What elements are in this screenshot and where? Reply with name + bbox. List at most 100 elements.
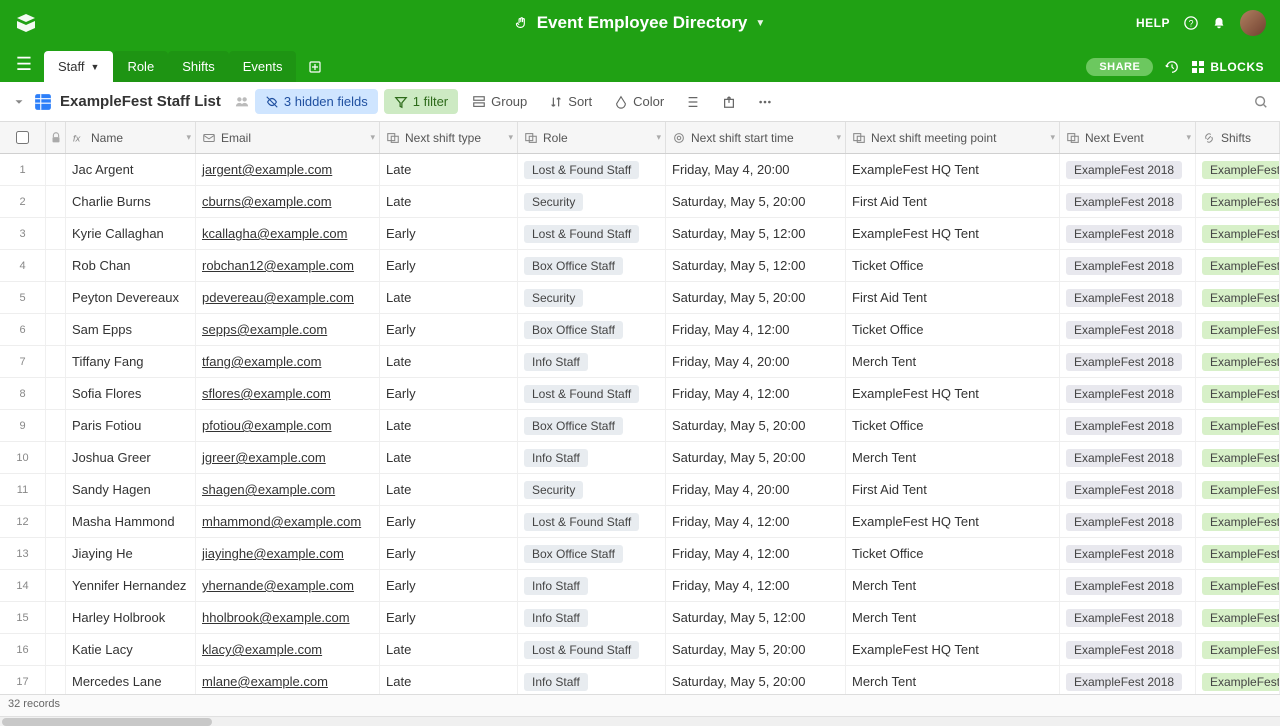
column-header-shifts[interactable]: Shifts bbox=[1196, 122, 1280, 153]
table-row[interactable]: 11Sandy Hagenshagen@example.comLateSecur… bbox=[0, 474, 1280, 506]
cell-role[interactable]: Security bbox=[518, 282, 666, 313]
cell-start-time[interactable]: Friday, May 4, 20:00 bbox=[666, 474, 846, 505]
cell-event[interactable]: ExampleFest 2018 bbox=[1060, 250, 1196, 281]
share-view-button[interactable] bbox=[714, 90, 744, 114]
row-height-button[interactable] bbox=[678, 90, 708, 114]
cell-meeting[interactable]: Merch Tent bbox=[846, 442, 1060, 473]
cell-event[interactable]: ExampleFest 2018 bbox=[1060, 538, 1196, 569]
blocks-button[interactable]: BLOCKS bbox=[1191, 60, 1264, 74]
cell-role[interactable]: Security bbox=[518, 474, 666, 505]
cell-shift-type[interactable]: Late bbox=[380, 474, 518, 505]
table-row[interactable]: 4Rob Chanrobchan12@example.comEarlyBox O… bbox=[0, 250, 1280, 282]
table-row[interactable]: 14Yennifer Hernandezyhernande@example.co… bbox=[0, 570, 1280, 602]
cell-shifts[interactable]: ExampleFest bbox=[1196, 570, 1280, 601]
cell-shifts[interactable]: ExampleFest bbox=[1196, 474, 1280, 505]
sort-button[interactable]: Sort bbox=[541, 89, 600, 114]
table-row[interactable]: 5Peyton Devereauxpdevereau@example.comLa… bbox=[0, 282, 1280, 314]
cell-meeting[interactable]: Ticket Office bbox=[846, 250, 1060, 281]
cell-start-time[interactable]: Friday, May 4, 12:00 bbox=[666, 506, 846, 537]
cell-start-time[interactable]: Saturday, May 5, 20:00 bbox=[666, 442, 846, 473]
cell-event[interactable]: ExampleFest 2018 bbox=[1060, 634, 1196, 665]
cell-shift-type[interactable]: Late bbox=[380, 154, 518, 185]
bell-icon[interactable] bbox=[1212, 16, 1226, 30]
cell-email[interactable]: pdevereau@example.com bbox=[196, 282, 380, 313]
cell-email[interactable]: klacy@example.com bbox=[196, 634, 380, 665]
cell-meeting[interactable]: First Aid Tent bbox=[846, 282, 1060, 313]
column-header-start-time[interactable]: Next shift start time▾ bbox=[666, 122, 846, 153]
column-header-shift-type[interactable]: Next shift type▾ bbox=[380, 122, 518, 153]
cell-start-time[interactable]: Saturday, May 5, 20:00 bbox=[666, 634, 846, 665]
cell-start-time[interactable]: Saturday, May 5, 20:00 bbox=[666, 282, 846, 313]
base-title[interactable]: Event Employee Directory ▼ bbox=[515, 13, 766, 33]
cell-email[interactable]: sepps@example.com bbox=[196, 314, 380, 345]
cell-shifts[interactable]: ExampleFest bbox=[1196, 442, 1280, 473]
cell-meeting[interactable]: Merch Tent bbox=[846, 602, 1060, 633]
table-row[interactable]: 17Mercedes Lanemlane@example.comLateInfo… bbox=[0, 666, 1280, 694]
column-header-role[interactable]: Role▾ bbox=[518, 122, 666, 153]
cell-name[interactable]: Jac Argent bbox=[66, 154, 196, 185]
cell-shifts[interactable]: ExampleFest bbox=[1196, 634, 1280, 665]
cell-role[interactable]: Lost & Found Staff bbox=[518, 218, 666, 249]
cell-email[interactable]: sflores@example.com bbox=[196, 378, 380, 409]
table-row[interactable]: 13Jiaying Hejiayinghe@example.comEarlyBo… bbox=[0, 538, 1280, 570]
table-row[interactable]: 1Jac Argentjargent@example.comLateLost &… bbox=[0, 154, 1280, 186]
cell-shifts[interactable]: ExampleFest bbox=[1196, 282, 1280, 313]
cell-name[interactable]: Masha Hammond bbox=[66, 506, 196, 537]
tab-staff[interactable]: Staff▼ bbox=[44, 51, 113, 82]
help-link[interactable]: HELP bbox=[1136, 16, 1170, 30]
cell-event[interactable]: ExampleFest 2018 bbox=[1060, 442, 1196, 473]
cell-role[interactable]: Lost & Found Staff bbox=[518, 154, 666, 185]
tab-shifts[interactable]: Shifts bbox=[168, 51, 229, 82]
cell-event[interactable]: ExampleFest 2018 bbox=[1060, 314, 1196, 345]
table-row[interactable]: 15Harley Holbrookhholbrook@example.comEa… bbox=[0, 602, 1280, 634]
cell-name[interactable]: Harley Holbrook bbox=[66, 602, 196, 633]
cell-email[interactable]: yhernande@example.com bbox=[196, 570, 380, 601]
cell-name[interactable]: Sandy Hagen bbox=[66, 474, 196, 505]
select-all-checkbox[interactable] bbox=[0, 122, 46, 153]
cell-event[interactable]: ExampleFest 2018 bbox=[1060, 602, 1196, 633]
cell-start-time[interactable]: Saturday, May 5, 12:00 bbox=[666, 218, 846, 249]
cell-meeting[interactable]: Merch Tent bbox=[846, 666, 1060, 694]
cell-shifts[interactable]: ExampleFest bbox=[1196, 154, 1280, 185]
cell-email[interactable]: robchan12@example.com bbox=[196, 250, 380, 281]
cell-name[interactable]: Tiffany Fang bbox=[66, 346, 196, 377]
cell-event[interactable]: ExampleFest 2018 bbox=[1060, 474, 1196, 505]
cell-email[interactable]: cburns@example.com bbox=[196, 186, 380, 217]
help-icon[interactable]: ? bbox=[1184, 16, 1198, 30]
cell-name[interactable]: Peyton Devereaux bbox=[66, 282, 196, 313]
cell-shift-type[interactable]: Late bbox=[380, 186, 518, 217]
scroll-thumb[interactable] bbox=[2, 718, 212, 726]
cell-event[interactable]: ExampleFest 2018 bbox=[1060, 154, 1196, 185]
cell-role[interactable]: Security bbox=[518, 186, 666, 217]
cell-start-time[interactable]: Saturday, May 5, 20:00 bbox=[666, 410, 846, 441]
cell-meeting[interactable]: Merch Tent bbox=[846, 570, 1060, 601]
more-button[interactable] bbox=[750, 90, 780, 114]
cell-role[interactable]: Box Office Staff bbox=[518, 314, 666, 345]
cell-role[interactable]: Lost & Found Staff bbox=[518, 378, 666, 409]
cell-email[interactable]: mlane@example.com bbox=[196, 666, 380, 694]
cell-shifts[interactable]: ExampleFest bbox=[1196, 186, 1280, 217]
cell-role[interactable]: Info Staff bbox=[518, 666, 666, 694]
cell-email[interactable]: jargent@example.com bbox=[196, 154, 380, 185]
tab-events[interactable]: Events bbox=[229, 51, 297, 82]
cell-shift-type[interactable]: Late bbox=[380, 410, 518, 441]
filter-button[interactable]: 1 filter bbox=[384, 89, 458, 114]
cell-start-time[interactable]: Friday, May 4, 12:00 bbox=[666, 314, 846, 345]
rows-container[interactable]: 1Jac Argentjargent@example.comLateLost &… bbox=[0, 154, 1280, 694]
column-header-event[interactable]: Next Event▾ bbox=[1060, 122, 1196, 153]
cell-event[interactable]: ExampleFest 2018 bbox=[1060, 218, 1196, 249]
cell-meeting[interactable]: Ticket Office bbox=[846, 314, 1060, 345]
cell-shifts[interactable]: ExampleFest bbox=[1196, 666, 1280, 694]
cell-shift-type[interactable]: Early bbox=[380, 538, 518, 569]
cell-meeting[interactable]: ExampleFest HQ Tent bbox=[846, 378, 1060, 409]
cell-email[interactable]: jiayinghe@example.com bbox=[196, 538, 380, 569]
cell-name[interactable]: Mercedes Lane bbox=[66, 666, 196, 694]
cell-meeting[interactable]: Merch Tent bbox=[846, 346, 1060, 377]
grid-view-icon[interactable] bbox=[34, 93, 52, 111]
cell-shift-type[interactable]: Late bbox=[380, 442, 518, 473]
cell-shifts[interactable]: ExampleFest bbox=[1196, 602, 1280, 633]
cell-role[interactable]: Lost & Found Staff bbox=[518, 634, 666, 665]
group-button[interactable]: Group bbox=[464, 89, 535, 114]
cell-shifts[interactable]: ExampleFest bbox=[1196, 506, 1280, 537]
cell-shift-type[interactable]: Late bbox=[380, 346, 518, 377]
